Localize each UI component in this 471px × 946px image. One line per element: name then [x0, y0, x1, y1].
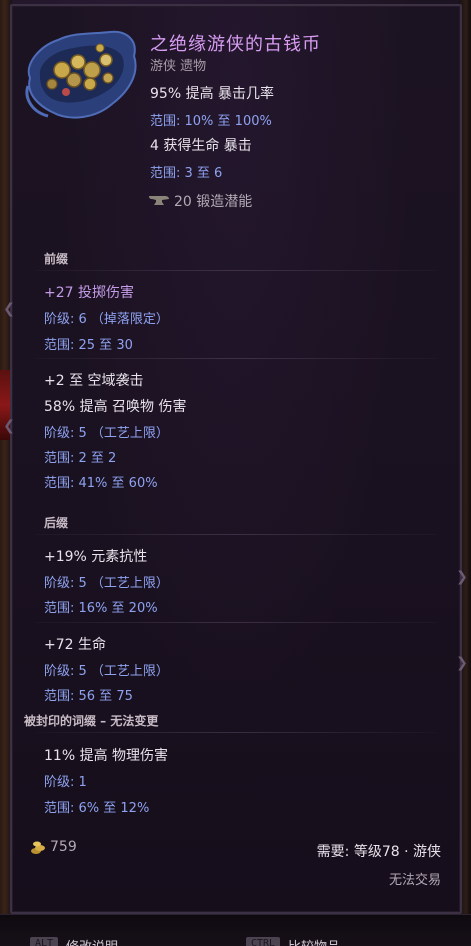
- affix-tier: 阶级: 5 （工艺上限）: [44, 664, 169, 679]
- affix-tier: 阶级: 5 （工艺上限）: [44, 576, 169, 591]
- ancient-coins-relic-icon: [25, 30, 137, 119]
- affix-range: 范围: 2 至 2: [44, 451, 117, 466]
- divider: [36, 270, 436, 271]
- sealed-affix-header: 被封印的词缀 – 无法变更: [24, 714, 159, 728]
- ctrl-hint-label[interactable]: 比较物品: [288, 936, 340, 946]
- alt-hint-label[interactable]: 修改说明: [66, 936, 118, 946]
- game-screen: ❮ ❮ ❯ ❯ 之绝缘游侠的古钱币 游侠 遗物 95% 提高 暴击几率 范围: …: [0, 0, 471, 946]
- affix-mod: +19% 元素抗性: [44, 549, 148, 565]
- item-type: 游侠 遗物: [150, 59, 207, 74]
- divider: [36, 358, 436, 359]
- implicit-mod: 4 获得生命 暴击: [150, 138, 252, 154]
- untradeable-label: 无法交易: [388, 873, 441, 888]
- frame-ornament-left: ❮: [3, 301, 15, 317]
- item-name: 之绝缘游侠的古钱币: [150, 34, 321, 55]
- alt-key-badge: ALT: [30, 937, 59, 946]
- divider: [36, 732, 436, 733]
- affix-range: 范围: 41% 至 60%: [44, 476, 158, 491]
- gold-value: 759: [50, 839, 77, 855]
- divider: [36, 534, 436, 535]
- suffix-header: 后缀: [44, 516, 69, 530]
- implicit-mod: 95% 提高 暴击几率: [150, 86, 275, 102]
- implicit-range: 范围: 3 至 6: [150, 166, 223, 181]
- implicit-range: 范围: 10% 至 100%: [150, 114, 272, 129]
- affix-mod: +2 至 空域袭击: [44, 373, 144, 389]
- ctrl-key-badge: CTRL: [246, 937, 281, 946]
- divider: [36, 622, 436, 623]
- sealed-mod: 11% 提高 物理伤害: [44, 748, 169, 764]
- affix-mod: +72 生命: [44, 637, 106, 653]
- affix-mod: 58% 提高 召唤物 伤害: [44, 399, 187, 415]
- affix-range: 范围: 56 至 75: [44, 689, 133, 704]
- prefix-header: 前缀: [44, 252, 69, 266]
- affix-range: 范围: 16% 至 20%: [44, 601, 158, 616]
- frame-ornament-left-2: ❮: [3, 418, 15, 434]
- gold-coins-icon: [31, 841, 45, 854]
- sealed-tier: 阶级: 1: [44, 775, 87, 790]
- frame-ornament-right-2: ❯: [456, 655, 468, 671]
- frame-ornament-right: ❯: [456, 569, 468, 585]
- affix-tier: 阶级: 5 （工艺上限）: [44, 426, 169, 441]
- forging-potential: 20 锻造潜能: [174, 194, 253, 210]
- level-requirement: 需要: 等级78 · 游侠: [316, 844, 441, 860]
- affix-range: 范围: 25 至 30: [44, 338, 133, 353]
- key-hint-bar: ALT 修改说明 CTRL 比较物品: [0, 914, 471, 946]
- affix-tier: 阶级: 6 （掉落限定）: [44, 312, 169, 327]
- anvil-icon: [149, 196, 169, 205]
- affix-mod: +27 投掷伤害: [44, 285, 134, 301]
- sealed-range: 范围: 6% 至 12%: [44, 801, 150, 816]
